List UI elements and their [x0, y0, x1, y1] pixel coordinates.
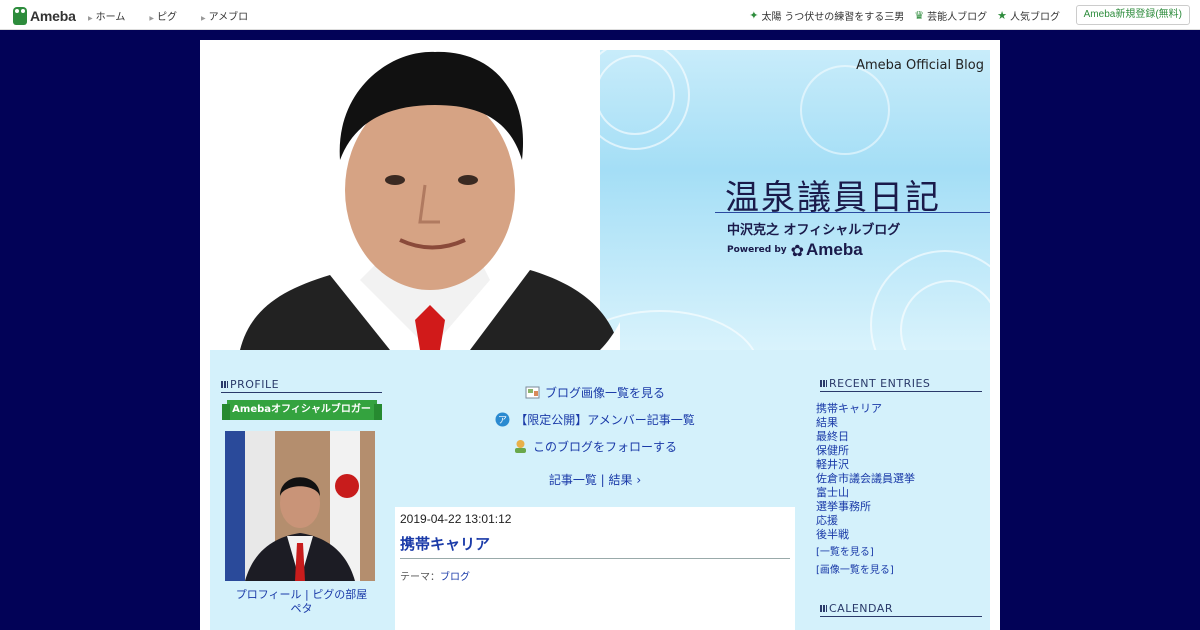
- calendar-section-title: CALENDAR: [820, 602, 982, 617]
- ameba-topbar: Ameba ▶ ホーム ▶ ピグ ▶ アメブロ ✦ 太陽 うつ伏せの練習をする三男 ♛ 芸…: [0, 0, 1200, 30]
- trending-link[interactable]: ✦ 太陽 うつ伏せの練習をする三男: [749, 8, 904, 23]
- popular-blog-link[interactable]: ★ 人気ブログ: [997, 8, 1060, 23]
- main-column: ブログ画像一覧を見る ア 【限定公開】アメンバー記事一覧 このブログをフォローす…: [395, 350, 795, 630]
- official-blog-label: Ameba Official Blog: [856, 58, 984, 73]
- article-title[interactable]: 携帯キャリア: [400, 533, 790, 559]
- blog-header[interactable]: Ameba Official Blog 温泉議員日記 中沢克之 オフィシャルブロ…: [210, 50, 990, 350]
- nav-pigg-label: ピグ: [156, 11, 177, 23]
- list-item[interactable]: 後半戦: [816, 528, 982, 542]
- popular-blog-label: 人気ブログ: [1010, 11, 1060, 23]
- theme-label: テーマ：: [400, 572, 440, 583]
- nav-ameblo[interactable]: ▶ アメブロ: [201, 8, 260, 23]
- list-item[interactable]: 応援: [816, 514, 982, 528]
- recent-title-text: RECENT ENTRIES: [829, 377, 931, 390]
- ameba-logo-text: Ameba: [30, 8, 76, 24]
- list-item[interactable]: 携帯キャリア: [816, 402, 982, 416]
- view-images-link[interactable]: [画像一覧を見る]: [816, 564, 982, 578]
- portrait-photo: [240, 51, 620, 350]
- blog-subtitle: 中沢克之 オフィシャルブログ: [727, 223, 901, 238]
- profile-sidebar: PROFILE Amebaオフィシャルブロガー プロフィール | ピグの部屋 ペ…: [221, 378, 382, 616]
- trending-label: 太陽 うつ伏せの練習をする三男: [761, 11, 905, 23]
- official-blogger-ribbon: Amebaオフィシャルブロガー: [221, 400, 382, 420]
- title-divider: [715, 212, 990, 213]
- profile-links: プロフィール | ピグの部屋 ペタ: [221, 588, 382, 616]
- profile-photo[interactable]: [225, 431, 375, 581]
- amember-link[interactable]: ア 【限定公開】アメンバー記事一覧: [395, 411, 795, 428]
- amember-icon: ア: [495, 412, 510, 427]
- theme-link[interactable]: ブログ: [440, 572, 470, 583]
- triangle-icon: ▶: [88, 15, 93, 22]
- celebrity-blog-label: 芸能人ブログ: [927, 11, 988, 23]
- breadcrumb[interactable]: 記事一覧 | 結果 ›: [395, 471, 795, 488]
- follow-link[interactable]: このブログをフォローする: [395, 438, 795, 455]
- amember-label: 【限定公開】アメンバー記事一覧: [515, 413, 695, 427]
- image-list-link[interactable]: ブログ画像一覧を見る: [395, 384, 795, 401]
- sparkle-icon: ✦: [749, 9, 759, 22]
- ameba-logo[interactable]: Ameba: [13, 6, 76, 26]
- profile-title-text: PROFILE: [230, 378, 280, 391]
- calendar-title-text: CALENDAR: [829, 602, 893, 615]
- article-date: 2019-04-22 13:01:12: [400, 512, 512, 526]
- recent-section-title: RECENT ENTRIES: [820, 377, 982, 392]
- nav-home[interactable]: ▶ ホーム: [88, 8, 137, 23]
- star-icon: ★: [997, 9, 1007, 22]
- profile-section-title: PROFILE: [221, 378, 382, 393]
- powered-by-text: Powered by: [727, 245, 787, 255]
- grid-bullet-icon: [820, 380, 827, 387]
- grid-bullet-icon: [820, 605, 827, 612]
- list-item[interactable]: 最終日: [816, 430, 982, 444]
- blog-article: 2019-04-22 13:01:12 携帯キャリア テーマ：ブログ: [395, 507, 795, 630]
- profile-pigg-links[interactable]: プロフィール | ピグの部屋: [221, 588, 382, 602]
- follow-label: このブログをフォローする: [532, 440, 677, 454]
- ameba-flower-icon: ✿: [790, 240, 805, 260]
- decor-ring: [800, 65, 890, 155]
- list-item[interactable]: 選挙事務所: [816, 500, 982, 514]
- list-item[interactable]: 軽井沢: [816, 458, 982, 472]
- crown-icon: ♛: [914, 9, 925, 22]
- celebrity-blog-link[interactable]: ♛ 芸能人ブログ: [914, 8, 987, 23]
- powered-brand-text: Ameba: [806, 240, 863, 259]
- powered-by-ameba: Powered by ✿ Ameba: [727, 240, 863, 260]
- image-list-label: ブログ画像一覧を見る: [544, 386, 665, 400]
- global-nav: ▶ ホーム ▶ ピグ ▶ アメブロ: [88, 0, 272, 30]
- triangle-icon: ▶: [200, 15, 206, 22]
- view-all-entries-link[interactable]: [一覧を見る]: [816, 546, 982, 560]
- topbar-right-links: ✦ 太陽 うつ伏せの練習をする三男 ♛ 芸能人ブログ ★ 人気ブログ: [739, 0, 1060, 30]
- list-item[interactable]: 佐倉市議会議員選挙: [816, 472, 982, 486]
- triangle-icon: ▶: [149, 15, 154, 22]
- list-item[interactable]: 結果: [816, 416, 982, 430]
- recent-entries-list: 携帯キャリア 結果 最終日 保健所 軽井沢 佐倉市議会議員選挙 富士山 選挙事務…: [816, 402, 982, 542]
- nav-home-label: ホーム: [95, 11, 126, 23]
- list-item[interactable]: 保健所: [816, 444, 982, 458]
- svg-text:ア: ア: [498, 416, 507, 426]
- register-button[interactable]: Ameba新規登録(無料): [1075, 5, 1190, 25]
- list-item[interactable]: 富士山: [816, 486, 982, 500]
- peta-link[interactable]: ペタ: [221, 602, 382, 616]
- article-theme: テーマ：ブログ: [400, 568, 790, 583]
- follow-icon: [514, 440, 526, 453]
- nav-ameblo-label: アメブロ: [208, 11, 249, 23]
- recent-sidebar: RECENT ENTRIES 携帯キャリア 結果 最終日 保健所 軽井沢 佐倉市…: [816, 377, 982, 617]
- blog-body: PROFILE Amebaオフィシャルブロガー プロフィール | ピグの部屋 ペ…: [210, 350, 990, 630]
- ameba-frog-icon: [13, 7, 27, 25]
- image-list-icon: [525, 386, 540, 399]
- nav-pigg[interactable]: ▶ ピグ: [149, 8, 189, 23]
- blog-container: Ameba Official Blog 温泉議員日記 中沢克之 オフィシャルブロ…: [200, 40, 1000, 630]
- grid-bullet-icon: [221, 381, 228, 388]
